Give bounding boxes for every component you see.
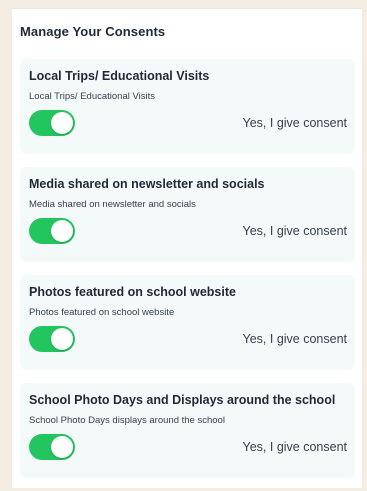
consent-title: Local Trips/ Educational Visits — [29, 69, 210, 83]
consent-card-photo-days: School Photo Days and Displays around th… — [20, 383, 355, 478]
consent-title: Photos featured on school website — [29, 285, 236, 299]
consent-description: School Photo Days displays around the sc… — [29, 415, 225, 426]
consent-toggle-media[interactable] — [29, 218, 75, 244]
consent-status: Yes, I give consent — [242, 224, 347, 238]
consent-status: Yes, I give consent — [242, 332, 347, 346]
consents-panel: Manage Your Consents Local Trips/ Educat… — [12, 8, 362, 488]
consent-toggle-local-trips[interactable] — [29, 110, 75, 136]
consent-toggle-photos-website[interactable] — [29, 326, 75, 352]
consent-card-local-trips: Local Trips/ Educational Visits Local Tr… — [20, 59, 355, 154]
consent-description: Media shared on newsletter and socials — [29, 199, 196, 210]
toggle-knob — [51, 328, 73, 350]
toggle-knob — [51, 112, 73, 134]
consent-title: Media shared on newsletter and socials — [29, 177, 265, 191]
consent-card-media: Media shared on newsletter and socials M… — [20, 167, 355, 262]
toggle-knob — [51, 220, 73, 242]
consent-title: School Photo Days and Displays around th… — [29, 393, 336, 407]
consent-status: Yes, I give consent — [242, 440, 347, 454]
consent-toggle-photo-days[interactable] — [29, 434, 75, 460]
consent-card-photos-website: Photos featured on school website Photos… — [20, 275, 355, 370]
panel-title: Manage Your Consents — [20, 24, 166, 39]
consent-status: Yes, I give consent — [242, 116, 347, 130]
toggle-knob — [51, 436, 73, 458]
consent-description: Local Trips/ Educational Visits — [29, 91, 156, 102]
consent-description: Photos featured on school website — [29, 307, 175, 318]
consent-list: Local Trips/ Educational Visits Local Tr… — [20, 59, 355, 491]
